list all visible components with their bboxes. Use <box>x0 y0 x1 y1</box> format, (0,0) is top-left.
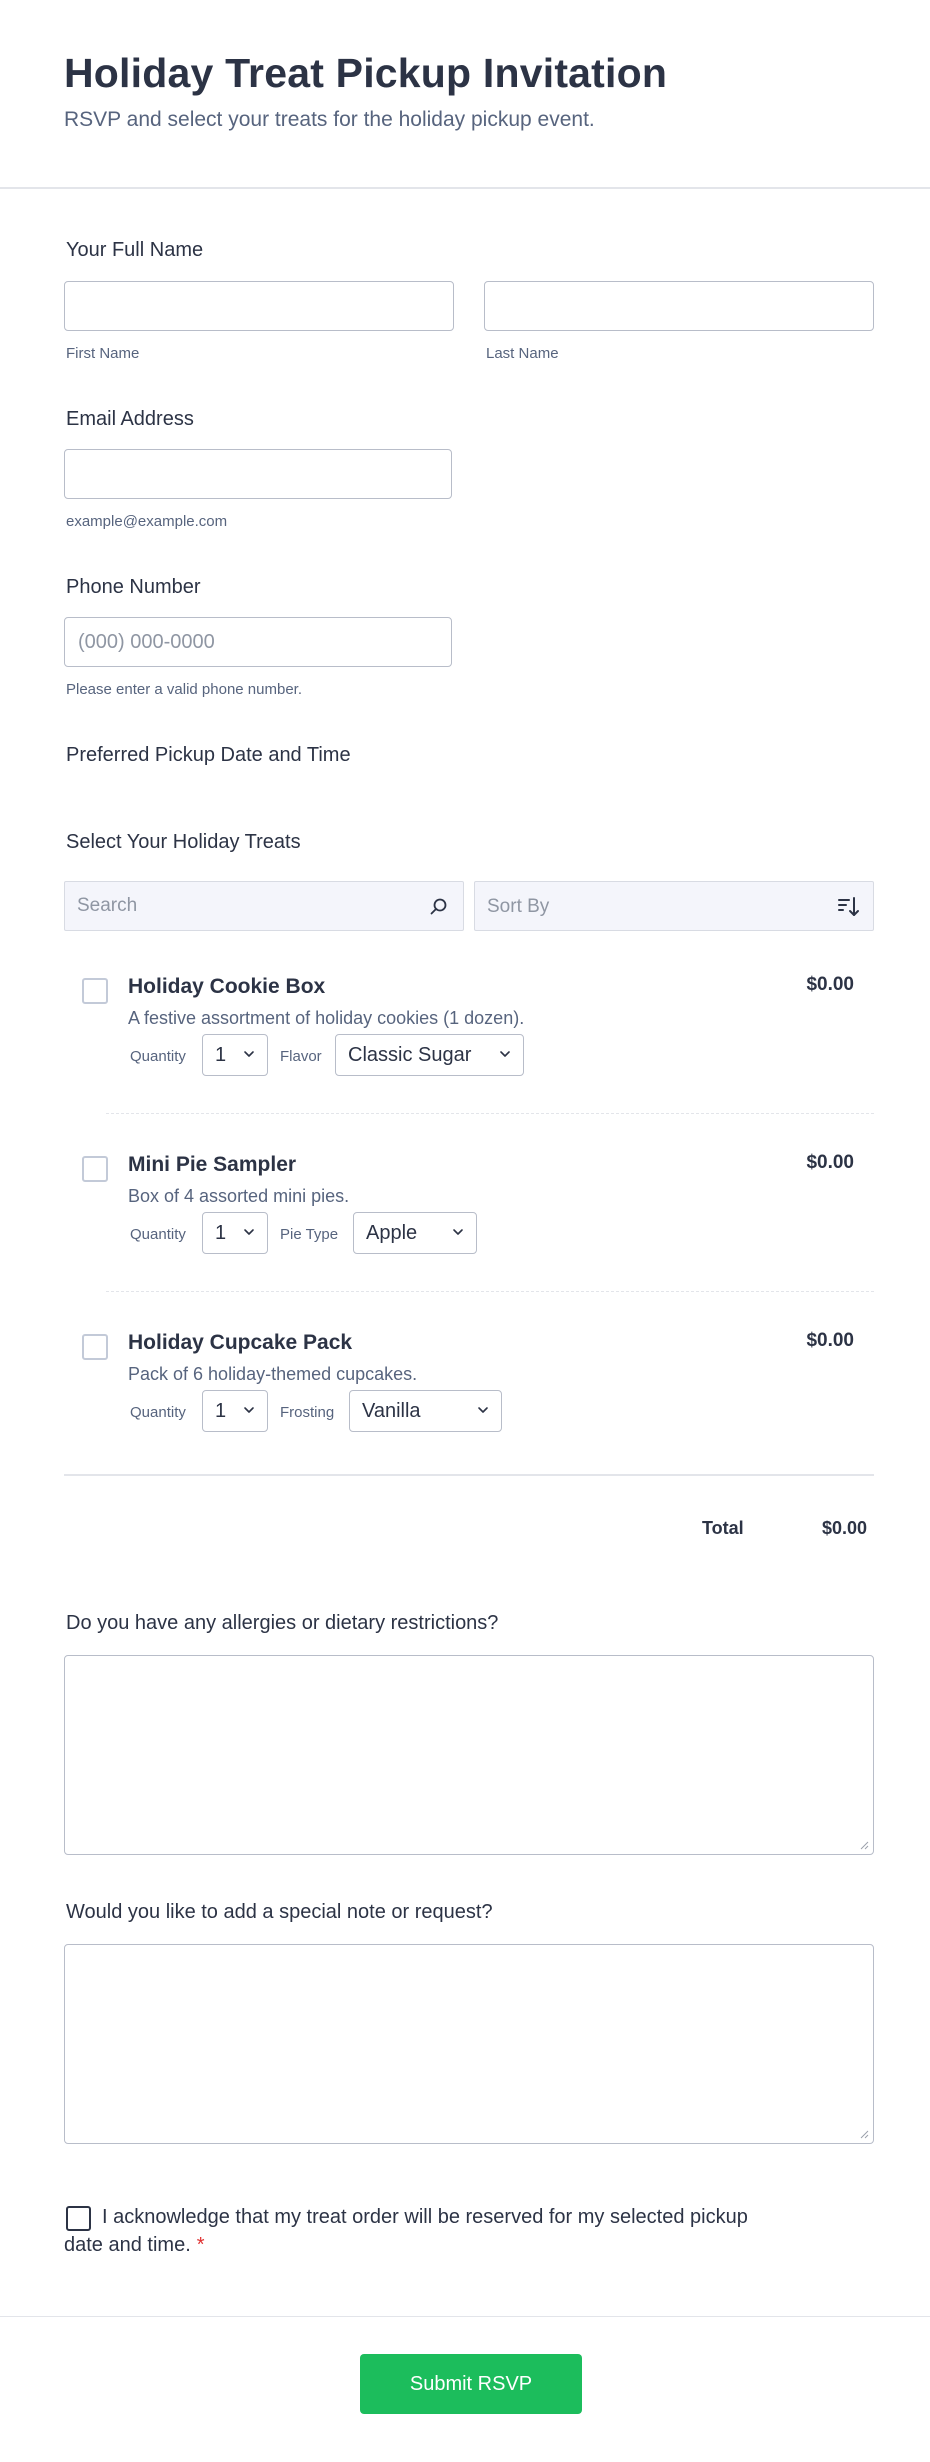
product-description: A festive assortment of holiday cookies … <box>128 1008 525 1028</box>
pie-type-label: Pie Type <box>280 1226 339 1243</box>
acknowledge-checkbox[interactable] <box>66 2206 91 2231</box>
submit-rsvp-button[interactable]: Submit RSVP <box>360 2354 582 2414</box>
product-item: Mini Pie Sampler Box of 4 assorted mini … <box>64 1146 874 1324</box>
quantity-label: Quantity <box>130 1404 186 1421</box>
footer-divider <box>0 2316 930 2317</box>
pickup-label: Preferred Pickup Date and Time <box>66 744 351 766</box>
quantity-select[interactable]: 1 <box>202 1212 268 1254</box>
product-divider <box>106 1291 874 1292</box>
chevron-down-icon <box>244 1407 254 1413</box>
note-textarea[interactable] <box>64 1944 874 2144</box>
product-description: Box of 4 assorted mini pies. <box>128 1186 350 1206</box>
total-divider <box>64 1474 874 1476</box>
frosting-select[interactable]: Vanilla <box>349 1390 502 1432</box>
frosting-value: Vanilla <box>362 1400 421 1422</box>
treats-label: Select Your Holiday Treats <box>66 831 301 853</box>
sort-by-dropdown[interactable]: Sort By <box>474 881 874 931</box>
search-icon[interactable] <box>429 897 449 917</box>
frosting-label: Frosting <box>280 1404 335 1421</box>
quantity-value: 1 <box>215 1044 227 1066</box>
product-name: Holiday Cookie Box <box>128 975 326 998</box>
form-header: Holiday Treat Pickup Invitation RSVP and… <box>0 0 930 189</box>
product-name: Holiday Cupcake Pack <box>128 1331 353 1354</box>
product-price: $0.00 <box>806 1330 854 1351</box>
quantity-value: 1 <box>215 1222 227 1244</box>
flavor-value: Classic Sugar <box>348 1044 472 1066</box>
flavor-label: Flavor <box>280 1048 322 1065</box>
sort-by-placeholder: Sort By <box>487 896 550 917</box>
product-checkbox[interactable] <box>82 1156 108 1182</box>
last-name-input[interactable] <box>485 282 873 330</box>
total-label: Total <box>702 1518 744 1538</box>
chevron-down-icon <box>244 1051 254 1057</box>
pie-type-value: Apple <box>366 1222 418 1244</box>
product-description: Pack of 6 holiday-themed cupcakes. <box>128 1364 418 1384</box>
resize-handle-icon[interactable] <box>859 1840 869 1850</box>
first-name-input[interactable] <box>65 282 453 330</box>
chevron-down-icon <box>453 1229 463 1235</box>
quantity-label: Quantity <box>130 1048 186 1065</box>
email-sublabel: example@example.com <box>66 513 228 530</box>
total-value: $0.00 <box>822 1518 868 1538</box>
product-checkbox[interactable] <box>82 1334 108 1360</box>
acknowledge-label: I acknowledge that my treat order will b… <box>64 2203 764 2259</box>
first-name-field[interactable] <box>64 281 454 331</box>
product-price: $0.00 <box>806 1152 854 1173</box>
acknowledge-text: I acknowledge that my treat order will b… <box>64 2206 748 2256</box>
sort-icon[interactable] <box>837 895 861 919</box>
form-subtitle: RSVP and select your treats for the holi… <box>64 108 595 131</box>
last-name-field[interactable] <box>484 281 874 331</box>
quantity-select[interactable]: 1 <box>202 1390 268 1432</box>
allergies-textarea[interactable] <box>64 1655 874 1855</box>
flavor-select[interactable]: Classic Sugar <box>335 1034 524 1076</box>
phone-input[interactable] <box>65 618 451 666</box>
email-label: Email Address <box>66 408 194 430</box>
product-divider <box>106 1113 874 1114</box>
pie-type-select[interactable]: Apple <box>353 1212 477 1254</box>
product-item: Holiday Cookie Box A festive assortment … <box>64 968 874 1146</box>
note-label: Would you like to add a special note or … <box>66 1901 493 1923</box>
email-input[interactable] <box>65 450 451 498</box>
phone-sublabel: Please enter a valid phone number. <box>66 681 302 698</box>
quantity-label: Quantity <box>130 1226 186 1243</box>
last-name-sublabel: Last Name <box>486 345 559 362</box>
phone-label: Phone Number <box>66 576 201 598</box>
product-name: Mini Pie Sampler <box>128 1153 297 1176</box>
chevron-down-icon <box>478 1407 488 1413</box>
chevron-down-icon <box>500 1051 510 1057</box>
phone-field[interactable] <box>64 617 452 667</box>
form-title: Holiday Treat Pickup Invitation <box>64 50 668 96</box>
email-field[interactable] <box>64 449 452 499</box>
search-input[interactable] <box>65 882 463 930</box>
product-search[interactable] <box>64 881 464 931</box>
product-price: $0.00 <box>806 974 854 995</box>
allergies-label: Do you have any allergies or dietary res… <box>66 1612 499 1634</box>
full-name-label: Your Full Name <box>66 239 204 261</box>
required-mark: * <box>196 2234 205 2256</box>
product-checkbox[interactable] <box>82 978 108 1004</box>
quantity-select[interactable]: 1 <box>202 1034 268 1076</box>
first-name-sublabel: First Name <box>66 345 140 362</box>
quantity-value: 1 <box>215 1400 227 1422</box>
chevron-down-icon <box>244 1229 254 1235</box>
resize-handle-icon[interactable] <box>859 2129 869 2139</box>
